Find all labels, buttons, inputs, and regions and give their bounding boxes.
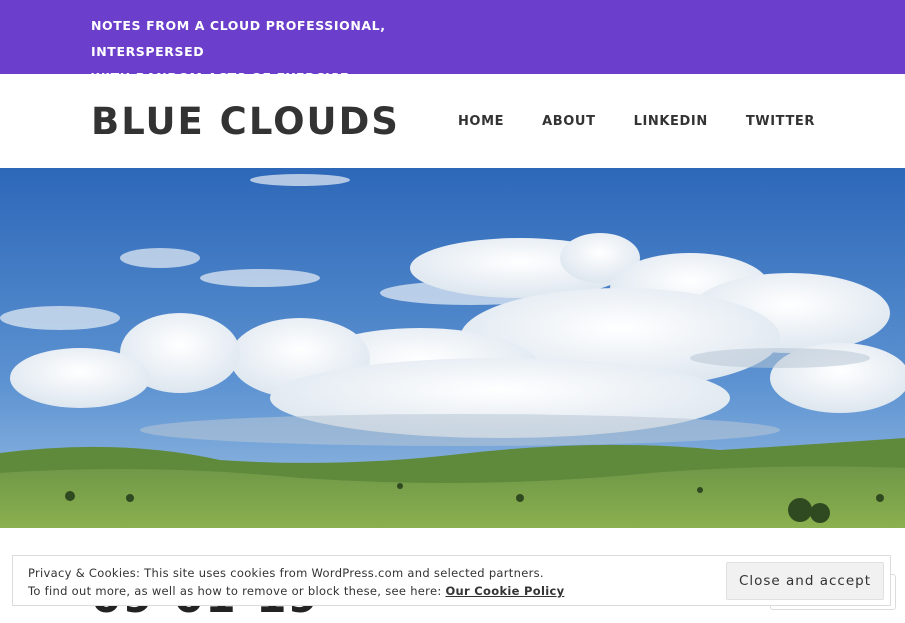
close-and-accept-button[interactable]: Close and accept bbox=[725, 562, 884, 600]
cookie-line-2: To find out more, as well as how to remo… bbox=[28, 582, 564, 600]
nav-item-linkedin[interactable]: LINKEDIN bbox=[634, 114, 708, 129]
cookie-line-2-prefix: To find out more, as well as how to remo… bbox=[28, 584, 442, 598]
header-image bbox=[0, 168, 905, 528]
cookie-line-1: Privacy & Cookies: This site uses cookie… bbox=[28, 566, 544, 580]
main-nav: HOME ABOUT LINKEDIN TWITTER bbox=[458, 114, 815, 129]
nav-item-about[interactable]: ABOUT bbox=[542, 114, 595, 129]
site-title[interactable]: BLUE CLOUDS bbox=[91, 100, 400, 143]
tagline-line-1: NOTES FROM A CLOUD PROFESSIONAL, INTERSP… bbox=[91, 18, 386, 59]
nav-item-twitter[interactable]: TWITTER bbox=[746, 114, 815, 129]
sky-landscape-image bbox=[0, 168, 905, 528]
top-bar: NOTES FROM A CLOUD PROFESSIONAL, INTERSP… bbox=[0, 0, 905, 85]
cookie-banner: Privacy & Cookies: This site uses cookie… bbox=[12, 555, 891, 606]
nav-item-home[interactable]: HOME bbox=[458, 114, 504, 129]
cookie-banner-text: Privacy & Cookies: This site uses cookie… bbox=[28, 564, 564, 600]
site-header: BLUE CLOUDS HOME ABOUT LINKEDIN TWITTER bbox=[0, 74, 905, 168]
cookie-policy-link[interactable]: Our Cookie Policy bbox=[445, 584, 564, 598]
